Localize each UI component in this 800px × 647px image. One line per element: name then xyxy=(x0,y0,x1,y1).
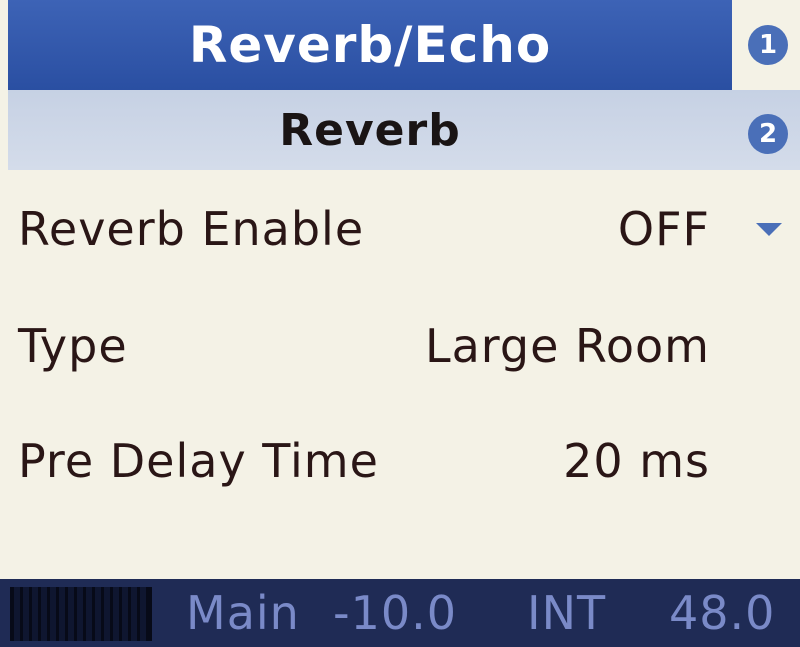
type-label: Type xyxy=(18,319,128,373)
meter-segment xyxy=(14,587,20,641)
page-1-marker-icon[interactable]: 1 xyxy=(748,25,788,65)
sample-rate: 48.0 xyxy=(669,586,776,640)
meter-segment xyxy=(32,587,38,641)
pre-delay-time-label: Pre Delay Time xyxy=(18,434,379,488)
pre-delay-time-row[interactable]: Pre Delay Time 20 ms xyxy=(0,421,800,501)
status-bar: Main -10.0 INT 48.0 xyxy=(0,579,800,647)
pre-delay-time-value[interactable]: 20 ms xyxy=(563,421,710,501)
reverb-echo-screen: Reverb/Echo 1 Reverb 2 Reverb Enable OFF… xyxy=(0,0,800,647)
meter-segment xyxy=(95,587,101,641)
meter-segment xyxy=(59,587,65,641)
clock-source: INT xyxy=(527,586,607,640)
level-meter xyxy=(10,587,152,641)
meter-segment xyxy=(86,587,92,641)
type-row[interactable]: Type Large Room xyxy=(0,306,800,386)
meter-segment xyxy=(104,587,110,641)
screen-title: Reverb/Echo xyxy=(188,16,552,74)
reverb-enable-label: Reverb Enable xyxy=(18,202,365,256)
screen-subtitle: Reverb xyxy=(279,104,461,156)
meter-segment xyxy=(68,587,74,641)
output-label: Main xyxy=(186,586,300,640)
meter-segment xyxy=(113,587,119,641)
type-value[interactable]: Large Room xyxy=(425,306,710,386)
meter-segment xyxy=(122,587,128,641)
reverb-enable-value[interactable]: OFF xyxy=(618,189,710,269)
page-2-marker-icon[interactable]: 2 xyxy=(748,114,788,154)
meter-segment xyxy=(50,587,56,641)
reverb-enable-row[interactable]: Reverb Enable OFF xyxy=(0,189,800,269)
meter-segment xyxy=(77,587,83,641)
meter-segment xyxy=(131,587,137,641)
title-bar: Reverb/Echo xyxy=(8,0,732,90)
chevron-down-icon[interactable] xyxy=(756,223,782,236)
output-level: -10.0 xyxy=(333,586,458,640)
subtitle-bar: Reverb xyxy=(8,90,800,170)
meter-segment xyxy=(41,587,47,641)
meter-segment xyxy=(140,587,146,641)
meter-segment xyxy=(23,587,29,641)
